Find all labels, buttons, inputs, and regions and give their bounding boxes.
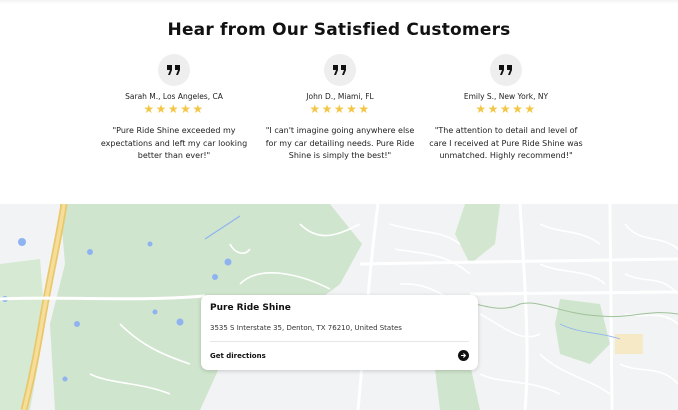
quote-icon: [324, 54, 356, 86]
quote-icon: [158, 54, 190, 86]
location-address: 3535 S Interstate 35, Denton, TX 76210, …: [210, 324, 402, 332]
location-card: Pure Ride Shine 3535 S Interstate 35, De…: [201, 295, 478, 370]
testimonial-quote: "Pure Ride Shine exceeded my expectation…: [100, 126, 248, 160]
star-rating: ★★★★★: [309, 102, 371, 116]
testimonial-card: Emily S., New York, NY ★★★★★ "The attent…: [426, 54, 586, 163]
location-title: Pure Ride Shine: [210, 303, 291, 313]
testimonial-author: Sarah M., Los Angeles, CA: [125, 92, 223, 101]
top-shadow: [0, 0, 678, 4]
card-divider: [210, 341, 469, 342]
testimonial-quote: "The attention to detail and level of ca…: [429, 126, 583, 160]
get-directions-link[interactable]: Get directions: [210, 352, 266, 360]
quote-icon: [490, 54, 522, 86]
star-rating: ★★★★★: [143, 102, 205, 116]
testimonial-author: John D., Miami, FL: [306, 92, 374, 101]
testimonial-card: John D., Miami, FL ★★★★★ "I can't imagin…: [260, 54, 420, 163]
section-heading: Hear from Our Satisfied Customers: [167, 20, 511, 40]
testimonial-author: Emily S., New York, NY: [463, 92, 549, 101]
testimonial-quote: "I can't imagine going anywhere else for…: [265, 126, 415, 160]
arrow-right-icon[interactable]: [458, 350, 469, 361]
star-rating: ★★★★★: [475, 102, 537, 116]
testimonial-card: Sarah M., Los Angeles, CA ★★★★★ "Pure Ri…: [94, 54, 254, 163]
